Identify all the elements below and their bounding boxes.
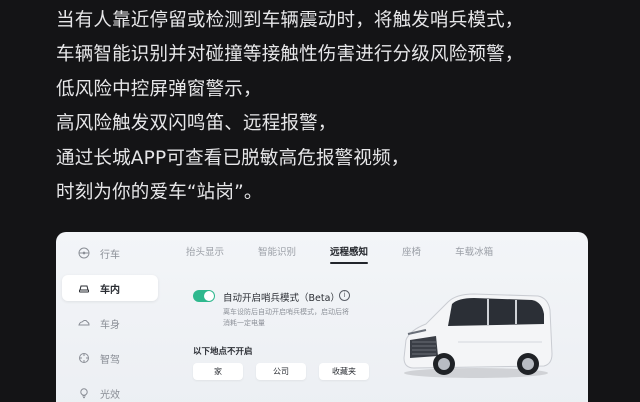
sidebar-item-lighting[interactable]: 光效: [62, 380, 158, 402]
intro-line: 通过长城APP可查看已脱敏高危报警视频，: [56, 147, 410, 169]
intro-line: 当有人靠近停留或检测到车辆震动时，将触发哨兵模式，: [56, 10, 524, 31]
tab-remote-sensing[interactable]: 远程感知: [330, 244, 369, 264]
tab-seats[interactable]: 座椅: [402, 244, 421, 258]
steering-wheel-icon: [78, 247, 90, 259]
sidebar-item-body[interactable]: 车身: [62, 310, 158, 336]
vehicle-settings-panel: 行车 车内 车身 智驾 光效 抬头显示 智能识别 远程感知 座椅 车载冰箱 自动…: [56, 232, 588, 402]
place-home-button[interactable]: 家: [193, 363, 243, 380]
vehicle-image: [396, 280, 556, 380]
sidebar-item-smart-drive[interactable]: 智驾: [62, 345, 158, 371]
tab-hud[interactable]: 抬头显示: [186, 244, 224, 258]
sidebar-item-interior[interactable]: 车内: [62, 275, 158, 301]
smart-drive-icon: [78, 352, 90, 364]
info-icon[interactable]: i: [339, 290, 350, 301]
toggle-knob: [204, 291, 214, 301]
place-favorites-button[interactable]: 收藏夹: [319, 363, 369, 380]
sentry-mode-toggle[interactable]: [193, 290, 215, 302]
sentry-mode-description: 离车设防后自动开启哨兵模式，启动后将消耗一定电量: [223, 308, 349, 327]
sidebar-item-label: 智驾: [100, 354, 120, 366]
settings-sidebar: 行车 车内 车身 智驾 光效: [56, 232, 164, 402]
excluded-places-title: 以下地点不开启: [193, 347, 253, 357]
car-body-icon: [78, 317, 90, 329]
car-interior-icon: [78, 282, 90, 294]
tab-fridge[interactable]: 车载冰箱: [455, 244, 493, 258]
sidebar-item-label: 行车: [100, 249, 120, 261]
intro-line: 低风险中控屏弹窗警示，: [56, 78, 262, 100]
sidebar-item-label: 车内: [100, 284, 120, 296]
settings-tabs: 抬头显示 智能识别 远程感知 座椅 车载冰箱: [186, 244, 527, 264]
tab-smart-recognition[interactable]: 智能识别: [258, 244, 296, 258]
intro-text: 当有人靠近停留或检测到车辆震动时，将触发哨兵模式， 车辆智能识别并对碰撞等接触性…: [56, 4, 626, 210]
place-company-button[interactable]: 公司: [256, 363, 306, 380]
sidebar-item-label: 光效: [100, 389, 120, 401]
sidebar-item-label: 车身: [100, 319, 120, 331]
intro-line: 车辆智能识别并对碰撞等接触性伤害进行分级风险预警，: [56, 44, 524, 66]
sentry-mode-label: 自动开启哨兵模式（Beta）: [223, 293, 340, 304]
sidebar-item-driving[interactable]: 行车: [62, 240, 158, 266]
intro-line: 高风险触发双闪鸣笛、远程报警，: [56, 113, 337, 135]
light-effect-icon: [78, 387, 90, 399]
intro-line: 时刻为你的爱车“站岗”。: [56, 182, 263, 204]
